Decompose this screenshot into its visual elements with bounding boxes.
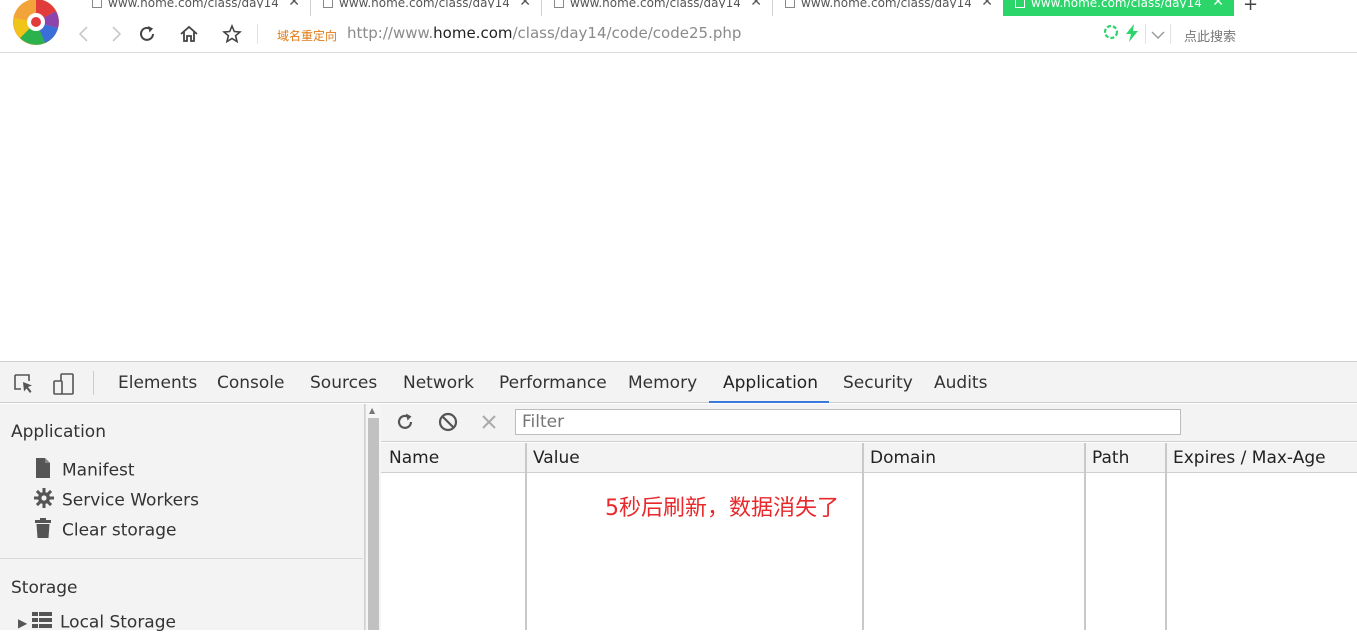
column-header-name[interactable]: Name: [381, 443, 439, 473]
storage-heading: Storage: [11, 578, 78, 598]
browser-tab[interactable]: www.home.com/class/day14/code/code23.php…: [542, 0, 773, 16]
browser-tab[interactable]: www.home.com/class/day14/code/code22.php…: [311, 0, 542, 16]
sidebar-item-manifest[interactable]: Manifest: [34, 458, 135, 483]
column-divider[interactable]: [862, 443, 864, 630]
scroll-up-icon[interactable]: ▲: [369, 406, 375, 415]
sidebar-item-label: Service Workers: [62, 490, 199, 511]
tab-audits[interactable]: Audits: [934, 362, 987, 403]
browser-tab-active[interactable]: www.home.com/class/day14/code/code25.php…: [1003, 0, 1234, 16]
security-shield-icon[interactable]: [1103, 24, 1119, 44]
divider: [1145, 24, 1146, 44]
clear-all-button[interactable]: [437, 411, 459, 433]
search-input[interactable]: 点此搜索: [1184, 26, 1236, 45]
column-divider[interactable]: [1084, 443, 1086, 630]
page-icon: [92, 0, 102, 8]
column-header-expires[interactable]: Expires / Max-Age: [1165, 443, 1326, 473]
home-icon: [180, 25, 198, 42]
tab-network[interactable]: Network: [403, 362, 474, 403]
page-icon: [1015, 0, 1025, 8]
url-path: /class/day14/code/code25.php: [512, 24, 742, 42]
sidebar-item-label: Manifest: [62, 460, 135, 481]
sidebar-item-label: Clear storage: [62, 520, 177, 541]
divider: [0, 558, 363, 559]
tab-title: www.home.com/class/day14/code/code21.php: [108, 0, 278, 8]
close-icon[interactable]: ✕: [1212, 0, 1224, 9]
tab-memory[interactable]: Memory: [628, 362, 697, 403]
address-bar[interactable]: http://www.home.com/class/day14/code/cod…: [347, 24, 741, 42]
lightning-icon[interactable]: [1124, 24, 1140, 46]
expand-triangle-icon[interactable]: ▶: [18, 616, 32, 630]
page-icon: [554, 0, 564, 8]
divider: [1170, 24, 1171, 44]
tab-title: www.home.com/class/day14/code/code22.php: [339, 0, 509, 8]
devtools-tabbar: Elements Console Sources Network Perform…: [0, 361, 1357, 403]
delete-selected-button[interactable]: [478, 411, 500, 433]
close-icon: [482, 415, 496, 429]
annotation-text: 5秒后刷新，数据消失了: [605, 496, 839, 521]
tab-application[interactable]: Application: [723, 362, 818, 403]
tab-security[interactable]: Security: [843, 362, 913, 403]
chevron-down-icon[interactable]: [1151, 26, 1165, 44]
cookies-table: Name Value Domain Path Expires / Max-Age: [381, 443, 1357, 630]
tab-title: www.home.com/class/day14/code/code25.php: [1031, 0, 1201, 8]
refresh-button[interactable]: [394, 411, 416, 433]
sidebar-scrollbar[interactable]: ▲: [365, 404, 381, 630]
tab-performance[interactable]: Performance: [499, 362, 607, 403]
inspect-element-icon[interactable]: [12, 372, 36, 396]
block-icon: [438, 412, 458, 432]
home-button[interactable]: [177, 22, 201, 46]
close-icon[interactable]: ✕: [519, 0, 531, 9]
chevron-right-icon: [112, 26, 122, 42]
tab-console[interactable]: Console: [217, 362, 285, 403]
bookmark-button[interactable]: [220, 22, 244, 46]
document-icon: [34, 458, 54, 483]
cookies-toolbar: [381, 404, 1357, 442]
new-tab-button[interactable]: +: [1243, 0, 1258, 15]
close-icon[interactable]: ✕: [288, 0, 300, 9]
divider: [257, 24, 258, 44]
close-icon[interactable]: ✕: [750, 0, 762, 9]
active-tab-indicator: [709, 401, 829, 403]
reload-icon: [140, 26, 154, 41]
browser-tab[interactable]: www.home.com/class/day14/code/code21.php…: [80, 0, 311, 16]
reload-button[interactable]: [135, 22, 159, 46]
column-divider[interactable]: [1165, 443, 1167, 630]
browser-tab[interactable]: www.home.com/class/day14/code/code24.php…: [773, 0, 1004, 16]
column-header-value[interactable]: Value: [525, 443, 580, 473]
page-icon: [323, 0, 333, 8]
application-sidebar: Application Manifest Service Workers Cle…: [0, 404, 365, 633]
star-icon: [222, 24, 242, 44]
filter-input[interactable]: [515, 409, 1181, 435]
chevron-left-icon: [78, 26, 88, 42]
page-icon: [785, 0, 795, 8]
divider: [93, 371, 94, 395]
column-divider[interactable]: [525, 443, 527, 630]
gear-icon: [34, 488, 54, 513]
tab-title: www.home.com/class/day14/code/code23.php: [570, 0, 740, 8]
refresh-icon: [397, 413, 413, 429]
application-heading: Application: [11, 422, 106, 442]
tab-sources[interactable]: Sources: [310, 362, 377, 403]
browser-toolbar: www.home.com/class/day14/code/code21.php…: [0, 0, 1357, 53]
close-icon[interactable]: ✕: [981, 0, 993, 9]
tab-title: www.home.com/class/day14/code/code24.php: [801, 0, 971, 8]
url-prefix: http://www.: [347, 24, 434, 42]
column-header-domain[interactable]: Domain: [862, 443, 936, 473]
scrollbar-thumb[interactable]: [368, 418, 379, 630]
sidebar-item-service-workers[interactable]: Service Workers: [34, 488, 199, 513]
column-header-path[interactable]: Path: [1084, 443, 1129, 473]
tab-elements[interactable]: Elements: [118, 362, 197, 403]
sidebar-item-local-storage[interactable]: ▶ Local Storage: [18, 612, 176, 634]
redirect-label[interactable]: 域名重定向: [277, 27, 337, 44]
browser-logo[interactable]: [12, 0, 60, 46]
back-button[interactable]: [72, 22, 96, 46]
url-host: home.com: [433, 24, 513, 42]
forward-button[interactable]: [104, 22, 128, 46]
trash-icon: [34, 518, 54, 543]
sidebar-item-clear-storage[interactable]: Clear storage: [34, 518, 177, 543]
device-toggle-icon[interactable]: [52, 372, 76, 396]
